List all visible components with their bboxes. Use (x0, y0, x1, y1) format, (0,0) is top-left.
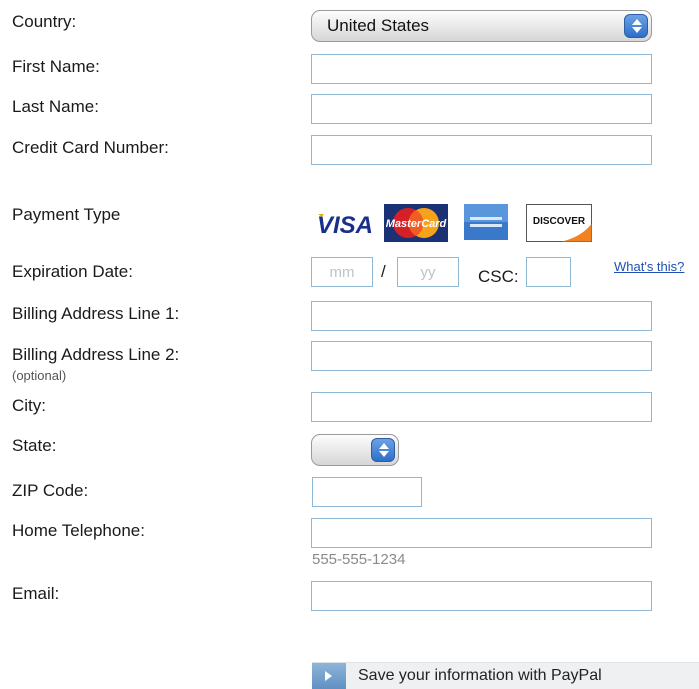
discover-logo-icon[interactable]: DISCOVER (526, 204, 592, 242)
expiration-month-input[interactable] (311, 257, 373, 287)
country-select[interactable]: United States (311, 10, 652, 42)
payment-form: Country: United States First Name: Last … (0, 0, 699, 689)
billing-line2-input[interactable] (311, 341, 652, 371)
billing-line1-input[interactable] (311, 301, 652, 331)
state-select[interactable] (311, 434, 399, 466)
last-name-label: Last Name: (12, 97, 99, 116)
zip-code-label: ZIP Code: (12, 481, 89, 500)
expiration-date-label: Expiration Date: (12, 262, 133, 281)
country-label: Country: (12, 12, 77, 31)
save-with-paypal-label: Save your information with PayPal (358, 667, 602, 684)
billing-line1-label: Billing Address Line 1: (12, 304, 180, 323)
play-arrow-icon (312, 663, 346, 689)
email-label: Email: (12, 584, 60, 603)
csc-label: CSC: (478, 267, 519, 286)
select-arrows-icon (371, 438, 395, 462)
expiration-separator: / (381, 262, 386, 281)
csc-input[interactable] (526, 257, 571, 287)
visa-logo-text: VISA (317, 212, 373, 239)
home-telephone-label: Home Telephone: (12, 521, 145, 540)
select-arrows-icon (624, 14, 648, 38)
first-name-label: First Name: (12, 57, 100, 76)
expiration-year-input[interactable] (397, 257, 459, 287)
zip-code-input[interactable] (312, 477, 422, 507)
home-telephone-input[interactable] (311, 518, 652, 548)
last-name-input[interactable] (311, 94, 652, 124)
mastercard-logo-text: MasterCard (386, 218, 447, 230)
email-input[interactable] (311, 581, 652, 611)
amex-logo-icon[interactable] (460, 204, 512, 242)
discover-logo-text: DISCOVER (533, 216, 586, 227)
billing-line2-label: Billing Address Line 2: (12, 345, 180, 364)
state-label: State: (12, 436, 57, 455)
payment-type-label: Payment Type (12, 205, 121, 224)
country-value: United States (327, 16, 430, 35)
save-with-paypal-button[interactable]: Save your information with PayPal (312, 662, 699, 689)
first-name-input[interactable] (311, 54, 652, 84)
visa-logo-icon[interactable]: VISA (316, 204, 374, 242)
optional-note: (optional) (12, 368, 67, 383)
card-number-label: Credit Card Number: (12, 138, 169, 157)
mastercard-logo-icon[interactable]: MasterCard (384, 204, 448, 242)
card-number-input[interactable] (311, 135, 652, 165)
telephone-format-hint: 555-555-1234 (312, 551, 406, 568)
city-label: City: (12, 396, 46, 415)
whats-this-link[interactable]: What's this? (614, 259, 684, 274)
city-input[interactable] (311, 392, 652, 422)
